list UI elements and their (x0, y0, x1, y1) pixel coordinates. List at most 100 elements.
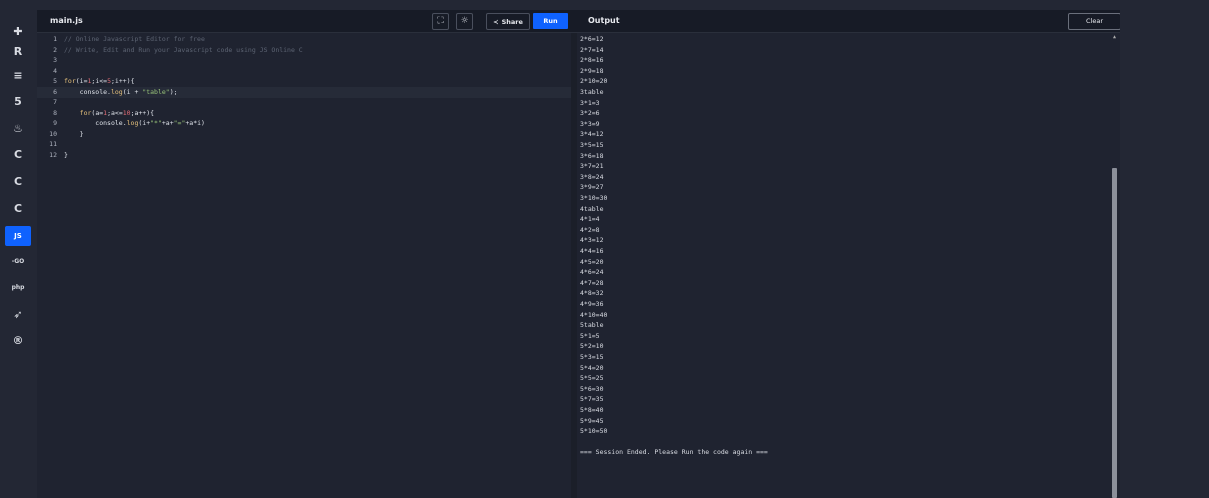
code-token: (i+ (138, 119, 151, 127)
code-token: (a= (91, 108, 104, 117)
code-token: (i= (75, 77, 88, 85)
output-line: 4*10=40 (580, 310, 608, 319)
toolbar: main.js ⛶ ☼ ≺ Share Run Output Clear (37, 10, 1121, 33)
output-line: 4*9=36 (580, 300, 604, 308)
code-line[interactable]: 4 (37, 66, 571, 77)
code-line[interactable]: 11 (37, 139, 571, 150)
output-line: 3*2=6 (580, 109, 600, 118)
code-token: console. (64, 119, 127, 127)
theme-toggle-icon[interactable]: ☼ (456, 13, 473, 30)
code-token: for (64, 77, 76, 85)
html-icon[interactable]: 5 (5, 91, 31, 111)
output-line: 5*9=45 (580, 416, 604, 425)
code-line[interactable]: 7 (37, 97, 571, 108)
line-number: 1 (53, 35, 57, 43)
code-line[interactable]: 6 console.log(i + "table"); (37, 86, 571, 98)
output-line: === Session Ended. Please Run the code a… (580, 448, 768, 457)
python-icon[interactable]: ✚ (5, 21, 31, 41)
tab-main-js[interactable]: main.js (44, 10, 93, 32)
output-line: 4*3=12 (580, 236, 604, 245)
line-number: 5 (53, 77, 57, 85)
output-line: 3*5=15 (580, 141, 604, 149)
share-label: Share (501, 17, 523, 26)
output-line: 4*7=28 (580, 278, 604, 287)
sql-icon[interactable]: ≡ (5, 65, 31, 85)
code-token: (i + (122, 87, 143, 96)
go-icon[interactable]: -GO (5, 251, 31, 271)
code-text: } (64, 129, 84, 140)
code-token: // Write, Edit and Run your Javascript c… (64, 45, 303, 54)
clear-button[interactable]: Clear (1068, 13, 1121, 30)
code-token: } (64, 129, 84, 138)
line-number: 4 (53, 66, 57, 75)
language-sidebar: ✚ R ≡ 5 ♨ C C C JS -GO php ➶ ® (0, 0, 37, 498)
code-token: 10 (122, 108, 131, 117)
share-button[interactable]: ≺ Share (486, 13, 530, 30)
code-token: ;i<= (91, 77, 108, 85)
code-token: log (126, 119, 139, 127)
code-token: +a+ (161, 119, 174, 127)
line-number: 3 (53, 56, 57, 64)
output-line: 3*10=30 (580, 194, 608, 202)
code-line[interactable]: 9 console.log(i+"*"+a+"="+a*i) (37, 118, 571, 129)
output-line: 5*2=10 (580, 342, 604, 351)
code-token: } (64, 150, 68, 159)
output-line: 5*3=15 (580, 353, 604, 361)
output-line: 5table (580, 321, 604, 330)
run-button[interactable]: Run (533, 13, 568, 29)
code-token: "=" (173, 119, 186, 127)
code-token: log (110, 87, 123, 96)
csharp-icon[interactable]: C (5, 198, 31, 218)
scrollbar-thumb[interactable] (1112, 168, 1117, 498)
fullscreen-icon[interactable]: ⛶ (432, 13, 449, 30)
output-line: 4*6=24 (580, 268, 604, 277)
output-line: 5*5=25 (580, 374, 604, 383)
output-title: Output (588, 16, 620, 25)
code-token: +a*i) (185, 119, 205, 127)
code-text: for(a=1;a<=10;a++){ (64, 108, 154, 119)
share-icon: ≺ (493, 17, 499, 26)
code-line[interactable]: 5 for(i=1;i<=5;i++){ (37, 76, 571, 87)
output-line: 3*7=21 (580, 162, 604, 171)
output-line: 3*3=9 (580, 119, 600, 128)
scroll-up-icon[interactable]: ▲ (1112, 35, 1117, 40)
java-icon[interactable]: ♨ (5, 118, 31, 138)
output-line: 3*6=18 (580, 151, 604, 160)
code-token: ); (169, 87, 178, 96)
code-line[interactable]: 1 // Online Javascript Editor for free (37, 34, 571, 45)
code-text: // Write, Edit and Run your Javascript c… (64, 45, 303, 56)
line-number: 11 (49, 140, 57, 148)
c-icon[interactable]: C (5, 144, 31, 164)
code-line[interactable]: 2 // Write, Edit and Run your Javascript … (37, 45, 571, 56)
code-token: "*" (150, 119, 162, 127)
top-strip (37, 0, 1120, 10)
code-line[interactable]: 8 for(a=1;a<=10;a++){ (37, 108, 571, 119)
code-line[interactable]: 3 (37, 55, 571, 66)
rust-icon[interactable]: ® (5, 330, 31, 350)
line-number: 2 (53, 45, 57, 54)
line-number: 7 (53, 98, 57, 106)
output-line: 4table (580, 204, 604, 213)
js-icon[interactable]: JS (5, 226, 31, 246)
output-line: 2*9=18 (580, 66, 604, 75)
code-token: // Online Javascript Editor for free (64, 35, 205, 43)
code-token: for (79, 108, 92, 117)
output-line: 4*8=32 (580, 289, 604, 298)
line-number: 6 (53, 87, 57, 96)
cpp-icon[interactable]: C (5, 171, 31, 191)
code-line[interactable]: 10 } (37, 129, 571, 140)
code-editor[interactable]: 1 // Online Javascript Editor for free 2 //… (37, 33, 571, 498)
swift-icon[interactable]: ➶ (5, 304, 31, 324)
output-line: 4*2=8 (580, 225, 600, 234)
php-icon[interactable]: php (5, 277, 31, 297)
code-token: console. (64, 87, 111, 96)
r-icon[interactable]: R (5, 41, 31, 61)
code-line[interactable]: 12} (37, 150, 571, 161)
code-token: ;i++){ (111, 77, 135, 85)
output-line: 2*8=16 (580, 56, 604, 65)
output-line: 4*1=4 (580, 215, 600, 224)
output-line: 3*9=27 (580, 183, 604, 192)
output-line: 5*8=40 (580, 406, 604, 414)
output-line: 2*7=14 (580, 45, 604, 54)
